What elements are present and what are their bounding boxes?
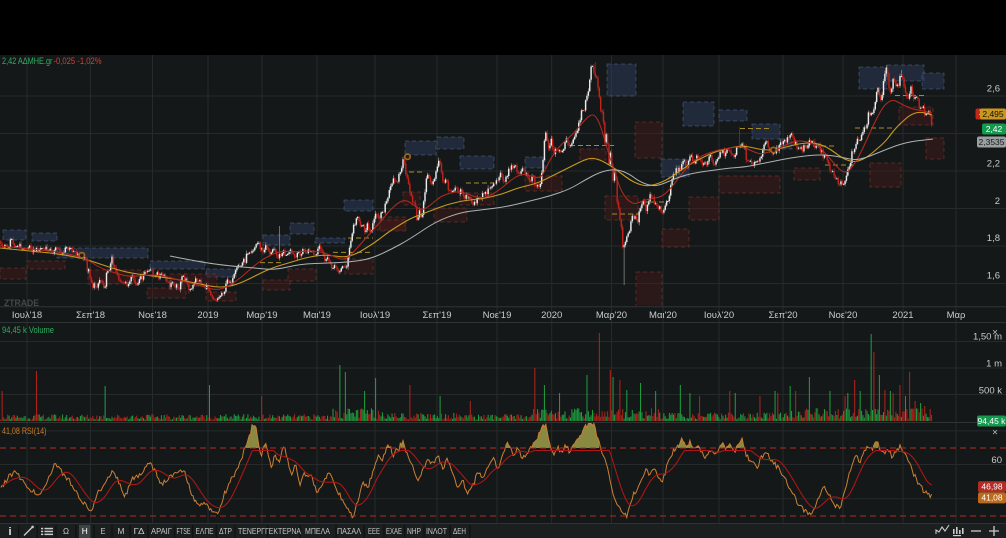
svg-text:ΕΛΠΕ: ΕΛΠΕ [196, 526, 214, 536]
svg-text:ΝΗΡ: ΝΗΡ [407, 526, 421, 536]
svg-text:2,2: 2,2 [987, 159, 1000, 170]
svg-text:Σεπ'19: Σεπ'19 [422, 310, 451, 321]
svg-text:1,8: 1,8 [987, 233, 1000, 244]
svg-text:2,42 ΑΔΜΗΕ.gr: 2,42 ΑΔΜΗΕ.gr [2, 56, 53, 66]
svg-text:ZTRADE: ZTRADE [4, 298, 39, 308]
svg-text:Μαρ: Μαρ [947, 310, 966, 321]
svg-text:ΙΝΛΟΤ: ΙΝΛΟΤ [426, 526, 447, 536]
svg-text:Σεπ'18: Σεπ'18 [76, 310, 105, 321]
svg-text:Νοε'20: Νοε'20 [829, 310, 858, 321]
svg-text:Ιουλ'20: Ιουλ'20 [704, 310, 734, 321]
svg-text:Ιουλ'18: Ιουλ'18 [12, 310, 42, 321]
svg-text:500 k: 500 k [979, 386, 1002, 397]
svg-text:1,6: 1,6 [987, 271, 1000, 282]
svg-text:2,3535: 2,3535 [979, 137, 1005, 147]
svg-text:Μαρ'19: Μαρ'19 [246, 310, 277, 321]
svg-text:ΓΕΚΤΕΡΝΑ: ΓΕΚΤΕΡΝΑ [265, 526, 301, 536]
svg-text:2021: 2021 [892, 310, 913, 321]
svg-text:Μαι'20: Μαι'20 [649, 310, 677, 321]
svg-text:2,6: 2,6 [987, 84, 1000, 95]
svg-text:Μαι'19: Μαι'19 [303, 310, 331, 321]
svg-text:Ω: Ω [63, 526, 69, 536]
svg-text:Ιουλ'19: Ιουλ'19 [360, 310, 390, 321]
svg-text:Μαρ'20: Μαρ'20 [596, 310, 627, 321]
svg-text:ΔΕΗ: ΔΕΗ [453, 526, 466, 536]
svg-text:46,98: 46,98 [981, 482, 1003, 492]
svg-text:2019: 2019 [197, 310, 218, 321]
svg-text:FTSE: FTSE [177, 526, 191, 536]
svg-text:2: 2 [995, 196, 1000, 207]
svg-text:2020: 2020 [541, 310, 562, 321]
svg-text:94,45 k: 94,45 k [978, 416, 1006, 426]
svg-text:ΑΡΑΙΓ: ΑΡΑΙΓ [151, 526, 172, 536]
svg-text:94,45 k Volume: 94,45 k Volume [2, 325, 54, 335]
svg-text:ΤΕΝΕΡΓ: ΤΕΝΕΡΓ [238, 526, 265, 536]
svg-text:2,495: 2,495 [982, 109, 1004, 119]
svg-text:ΓΔ: ΓΔ [134, 526, 145, 536]
svg-text:41,08 RSI(14): 41,08 RSI(14) [2, 426, 47, 436]
svg-text:ΕΕΕ: ΕΕΕ [368, 526, 380, 536]
svg-text:Νοε'19: Νοε'19 [483, 310, 512, 321]
svg-text:ΕΧΑΕ: ΕΧΑΕ [386, 526, 402, 536]
svg-text:2,42: 2,42 [986, 124, 1003, 134]
svg-text:-0,025 -1,02%: -0,025 -1,02% [54, 56, 102, 66]
svg-text:Η: Η [82, 526, 88, 536]
svg-text:i: i [8, 526, 11, 538]
svg-text:Νοε'18: Νοε'18 [138, 310, 167, 321]
svg-text:60: 60 [991, 455, 1002, 466]
svg-text:×: × [992, 328, 998, 339]
svg-text:41,08: 41,08 [981, 493, 1003, 503]
svg-text:Μ: Μ [118, 526, 125, 536]
svg-text:Ε: Ε [101, 526, 106, 536]
svg-text:ΜΠΕΛΑ: ΜΠΕΛΑ [305, 526, 330, 536]
svg-text:ΔΤΡ: ΔΤΡ [219, 526, 232, 536]
svg-text:Σεπ'20: Σεπ'20 [768, 310, 797, 321]
svg-text:ΠΑΣΑΛ: ΠΑΣΑΛ [337, 526, 361, 536]
svg-text:1 m: 1 m [986, 359, 1002, 370]
svg-text:×: × [992, 428, 998, 439]
